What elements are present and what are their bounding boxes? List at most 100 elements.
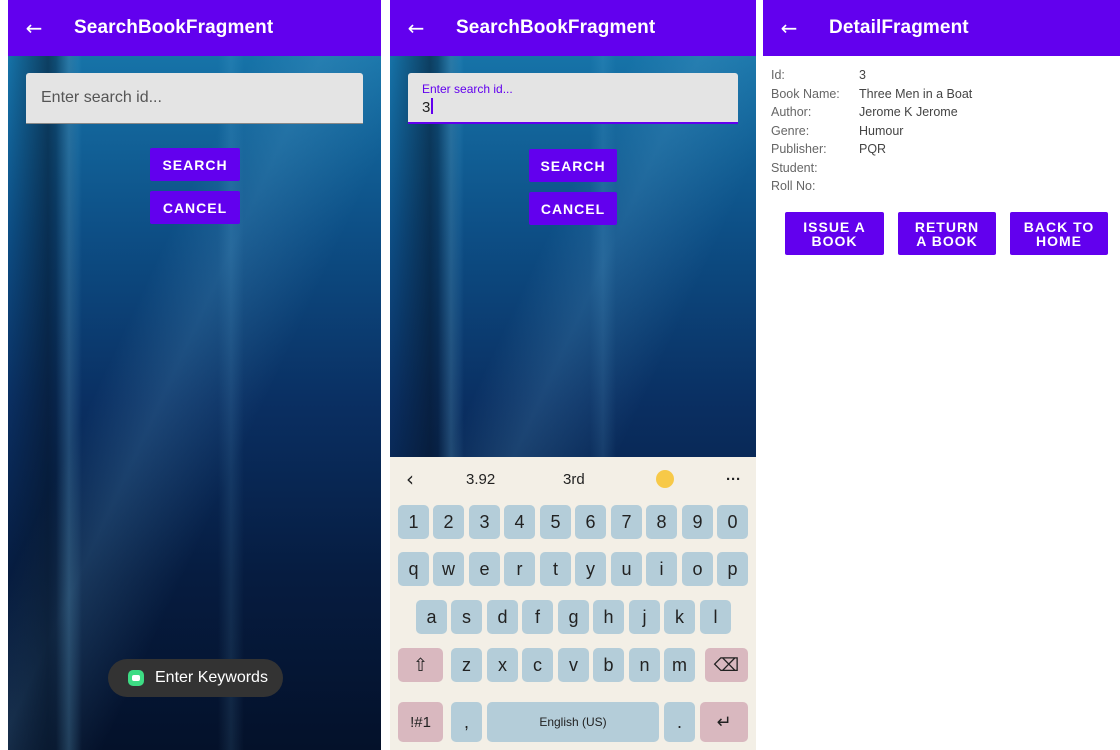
key[interactable]: c: [522, 648, 553, 682]
detail-row: Book Name: Three Men in a Boat: [771, 85, 972, 104]
app-bar-title: DetailFragment: [829, 17, 969, 38]
key[interactable]: g: [558, 600, 589, 634]
button-label: ISSUE A: [803, 218, 866, 235]
key[interactable]: k: [664, 600, 695, 634]
detail-row: Publisher: PQR: [771, 140, 972, 159]
key[interactable]: s: [451, 600, 482, 634]
key[interactable]: d: [487, 600, 518, 634]
key[interactable]: 1: [398, 505, 429, 539]
key[interactable]: p: [717, 552, 748, 586]
toast-text: Enter Keywords: [155, 669, 268, 686]
detail-value: Humour: [859, 123, 904, 138]
detail-value: PQR: [859, 142, 887, 156]
key[interactable]: q: [398, 552, 429, 586]
search-button[interactable]: SEARCH: [150, 148, 240, 181]
detail-row: Roll No:: [771, 177, 972, 196]
button-label: BACK TO: [1023, 218, 1095, 235]
app-bar: ← DetailFragment: [763, 0, 1120, 56]
key[interactable]: l: [700, 600, 731, 634]
key[interactable]: 7: [611, 505, 642, 539]
search-button[interactable]: SEARCH: [529, 149, 617, 182]
back-arrow-icon[interactable]: ←: [8, 0, 60, 56]
suggestion-bar: ‹ 3.92 3rd ···: [390, 457, 756, 501]
detail-value: Jerome K Jerome: [859, 105, 958, 119]
app-bar: ← SearchBookFragment: [390, 0, 756, 56]
key[interactable]: x: [487, 648, 518, 682]
search-label: Enter search id...: [422, 82, 513, 96]
detail-label: Book Name:: [771, 86, 840, 101]
key[interactable]: o: [682, 552, 713, 586]
key[interactable]: 2: [433, 505, 464, 539]
detail-row: Id: 3: [771, 66, 972, 85]
enter-icon[interactable]: ↵: [700, 702, 748, 742]
key[interactable]: w: [433, 552, 464, 586]
button-label: BOOK: [811, 232, 858, 249]
button-label: RETURN: [914, 218, 980, 235]
search-value: 3: [422, 98, 434, 116]
chevron-left-icon[interactable]: ‹: [406, 467, 414, 491]
key[interactable]: r: [504, 552, 535, 586]
detail-row: Genre: Humour: [771, 122, 972, 141]
detail-label: Author:: [771, 105, 812, 119]
back-to-home-button[interactable]: BACK TO HOME: [1010, 212, 1108, 255]
detail-label: Student:: [771, 160, 818, 175]
detail-value: Three Men in a Boat: [859, 86, 973, 101]
period-key[interactable]: .: [664, 702, 695, 742]
key[interactable]: m: [664, 648, 695, 682]
cancel-button[interactable]: CANCEL: [529, 192, 617, 225]
return-book-button[interactable]: RETURN A BOOK: [898, 212, 996, 255]
suggestion-item[interactable]: 3.92: [466, 471, 495, 488]
key[interactable]: 4: [504, 505, 535, 539]
search-placeholder: Enter search id...: [41, 89, 162, 106]
key[interactable]: h: [593, 600, 624, 634]
back-arrow-icon[interactable]: ←: [390, 0, 442, 56]
detail-label: Roll No:: [771, 179, 816, 193]
key[interactable]: t: [540, 552, 571, 586]
detail-value: 3: [859, 68, 866, 82]
back-arrow-icon[interactable]: ←: [763, 0, 815, 56]
key[interactable]: 9: [682, 505, 713, 539]
key[interactable]: 0: [717, 505, 748, 539]
shift-icon[interactable]: ⇧: [398, 648, 443, 682]
key[interactable]: a: [416, 600, 447, 634]
key[interactable]: j: [629, 600, 660, 634]
app-bar-title: SearchBookFragment: [456, 17, 656, 38]
comma-key[interactable]: ,: [451, 702, 482, 742]
backspace-icon[interactable]: ⌫: [705, 648, 748, 682]
key[interactable]: v: [558, 648, 589, 682]
app-bar-title: SearchBookFragment: [74, 17, 274, 38]
key[interactable]: e: [469, 552, 500, 586]
symbols-key[interactable]: !#1: [398, 702, 443, 742]
book-details: Id: 3 Book Name: Three Men in a Boat Autho…: [771, 66, 972, 196]
detail-label: Publisher:: [771, 142, 827, 156]
key[interactable]: 5: [540, 505, 571, 539]
search-screen-empty: ← SearchBookFragment Enter search id... …: [8, 0, 381, 750]
key[interactable]: y: [575, 552, 606, 586]
key[interactable]: i: [646, 552, 677, 586]
key[interactable]: b: [593, 648, 624, 682]
emoji-icon[interactable]: [656, 470, 674, 488]
key[interactable]: 3: [469, 505, 500, 539]
search-screen-typing: ← SearchBookFragment Enter search id... …: [390, 0, 756, 750]
detail-row: Student:: [771, 159, 972, 178]
key[interactable]: 8: [646, 505, 677, 539]
app-bar: ← SearchBookFragment: [8, 0, 381, 56]
toast: Enter Keywords: [108, 659, 283, 697]
key[interactable]: n: [629, 648, 660, 682]
detail-label: Genre:: [771, 123, 810, 138]
issue-book-button[interactable]: ISSUE A BOOK: [785, 212, 884, 255]
key[interactable]: z: [451, 648, 482, 682]
key[interactable]: u: [611, 552, 642, 586]
key[interactable]: 6: [575, 505, 606, 539]
cancel-button[interactable]: CANCEL: [150, 191, 240, 224]
soft-keyboard: ‹ 3.92 3rd ··· 1 2 3 4 5 6 7 8 9 0 q w e…: [390, 457, 756, 750]
suggestion-item[interactable]: 3rd: [563, 471, 585, 488]
more-icon[interactable]: ···: [726, 471, 741, 488]
app-icon: [128, 670, 144, 686]
key[interactable]: f: [522, 600, 553, 634]
search-input[interactable]: Enter search id... 3: [408, 73, 738, 124]
space-key[interactable]: English (US): [487, 702, 659, 742]
button-label: A BOOK: [916, 232, 978, 249]
search-input[interactable]: Enter search id...: [26, 73, 363, 124]
button-label: HOME: [1036, 232, 1082, 249]
